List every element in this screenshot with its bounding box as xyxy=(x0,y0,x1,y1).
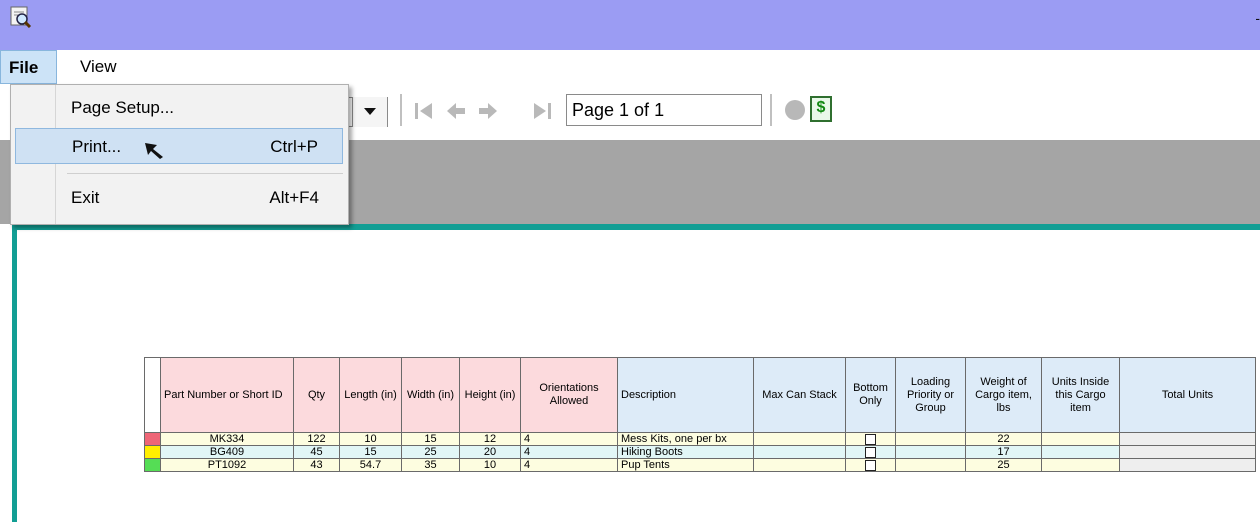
refresh-icon[interactable]: $ xyxy=(810,96,832,122)
row-color-swatch xyxy=(144,458,161,472)
menu-item-print[interactable]: Print... Ctrl+P xyxy=(15,128,343,164)
header-description: Description xyxy=(617,357,754,433)
mouse-cursor-icon xyxy=(145,143,163,159)
header-total-units: Total Units xyxy=(1119,357,1256,433)
table-row: PT1092 43 54.7 35 10 4 Pup Tents 25 xyxy=(144,458,1256,472)
chevron-down-icon[interactable] xyxy=(352,97,387,127)
cell-bottom-only xyxy=(845,432,896,446)
header-bottom-only: Bottom Only xyxy=(845,357,896,433)
menu-item-exit[interactable]: Exit Alt+F4 xyxy=(15,180,343,216)
table-row: BG409 45 15 25 20 4 Hiking Boots 17 xyxy=(144,445,1256,459)
menu-view[interactable]: View xyxy=(72,50,125,84)
cell-height[interactable]: 10 xyxy=(459,458,521,472)
cell-part-number[interactable]: BG409 xyxy=(160,445,294,459)
cell-max-stack[interactable] xyxy=(753,432,846,446)
header-weight: Weight of Cargo item, lbs xyxy=(965,357,1042,433)
toolbar-separator xyxy=(770,94,772,126)
cell-length[interactable]: 54.7 xyxy=(339,458,402,472)
header-orientations: Orientations Allowed xyxy=(520,357,618,433)
cell-weight[interactable]: 17 xyxy=(965,445,1042,459)
row-color-swatch xyxy=(144,432,161,446)
table-header-row: Part Number or Short ID Qty Length (in) … xyxy=(144,357,1256,433)
cell-qty[interactable]: 43 xyxy=(293,458,340,472)
menu-item-shortcut: Alt+F4 xyxy=(269,188,319,207)
bottom-only-checkbox[interactable] xyxy=(865,446,876,458)
header-width: Width (in) xyxy=(401,357,460,433)
header-qty: Qty xyxy=(293,357,340,433)
cell-loading-priority[interactable] xyxy=(895,458,966,472)
cargo-table: Part Number or Short ID Qty Length (in) … xyxy=(144,357,1256,472)
table-row: MK334 122 10 15 12 4 Mess Kits, one per … xyxy=(144,432,1256,446)
next-page-icon[interactable] xyxy=(478,100,498,122)
header-units-inside: Units Inside this Cargo item xyxy=(1041,357,1120,433)
menu-divider xyxy=(67,173,343,174)
header-loading-priority: Loading Priority or Group xyxy=(895,357,966,433)
cell-loading-priority[interactable] xyxy=(895,445,966,459)
cell-bottom-only xyxy=(845,458,896,472)
cell-width[interactable]: 25 xyxy=(401,445,460,459)
cell-part-number[interactable]: MK334 xyxy=(160,432,294,446)
header-height: Height (in) xyxy=(459,357,521,433)
cell-length[interactable]: 15 xyxy=(339,445,402,459)
bottom-only-checkbox[interactable] xyxy=(865,459,876,471)
menu-file[interactable]: File xyxy=(0,50,57,84)
cell-max-stack[interactable] xyxy=(753,445,846,459)
cell-height[interactable]: 12 xyxy=(459,432,521,446)
file-menu-dropdown: Page Setup... Print... Ctrl+P Exit Alt+F… xyxy=(10,84,349,225)
bottom-only-checkbox[interactable] xyxy=(865,433,876,445)
color-column-header xyxy=(144,357,161,433)
stop-icon[interactable] xyxy=(785,100,805,120)
cell-description[interactable]: Hiking Boots xyxy=(617,445,754,459)
cell-loading-priority[interactable] xyxy=(895,432,966,446)
menu-item-label: Exit xyxy=(71,188,100,207)
cell-qty[interactable]: 45 xyxy=(293,445,340,459)
cell-width[interactable]: 35 xyxy=(401,458,460,472)
cell-bottom-only xyxy=(845,445,896,459)
cell-total-units xyxy=(1119,432,1256,446)
menu-bar: File View xyxy=(0,50,1260,85)
header-part-number: Part Number or Short ID xyxy=(160,357,294,433)
header-max-stack: Max Can Stack xyxy=(753,357,846,433)
cell-total-units xyxy=(1119,458,1256,472)
page-number-field[interactable]: Page 1 of 1 xyxy=(566,94,762,126)
row-color-swatch xyxy=(144,445,161,459)
cell-units-inside[interactable] xyxy=(1041,458,1120,472)
cell-length[interactable]: 10 xyxy=(339,432,402,446)
cell-qty[interactable]: 122 xyxy=(293,432,340,446)
menu-item-label: Print... xyxy=(72,137,122,156)
title-bar: - xyxy=(0,0,1260,50)
cell-part-number[interactable]: PT1092 xyxy=(160,458,294,472)
cell-units-inside[interactable] xyxy=(1041,432,1120,446)
cell-width[interactable]: 15 xyxy=(401,432,460,446)
cell-total-units xyxy=(1119,445,1256,459)
header-length: Length (in) xyxy=(339,357,402,433)
menu-item-page-setup[interactable]: Page Setup... xyxy=(15,90,343,126)
cell-weight[interactable]: 22 xyxy=(965,432,1042,446)
cell-orientations[interactable]: 4 xyxy=(520,458,618,472)
toolbar-separator xyxy=(400,94,402,126)
app-icon xyxy=(10,6,32,28)
window-minimize-button[interactable]: - xyxy=(1255,10,1260,26)
cell-orientations[interactable]: 4 xyxy=(520,445,618,459)
cell-orientations[interactable]: 4 xyxy=(520,432,618,446)
last-page-icon[interactable] xyxy=(532,100,552,122)
menu-item-label: Page Setup... xyxy=(71,98,175,117)
previous-page-icon[interactable] xyxy=(446,100,466,122)
cell-max-stack[interactable] xyxy=(753,458,846,472)
cell-description[interactable]: Mess Kits, one per bx xyxy=(617,432,754,446)
cell-units-inside[interactable] xyxy=(1041,445,1120,459)
first-page-icon[interactable] xyxy=(414,100,434,122)
cell-height[interactable]: 20 xyxy=(459,445,521,459)
cell-description[interactable]: Pup Tents xyxy=(617,458,754,472)
cell-weight[interactable]: 25 xyxy=(965,458,1042,472)
menu-item-shortcut: Ctrl+P xyxy=(270,137,318,156)
